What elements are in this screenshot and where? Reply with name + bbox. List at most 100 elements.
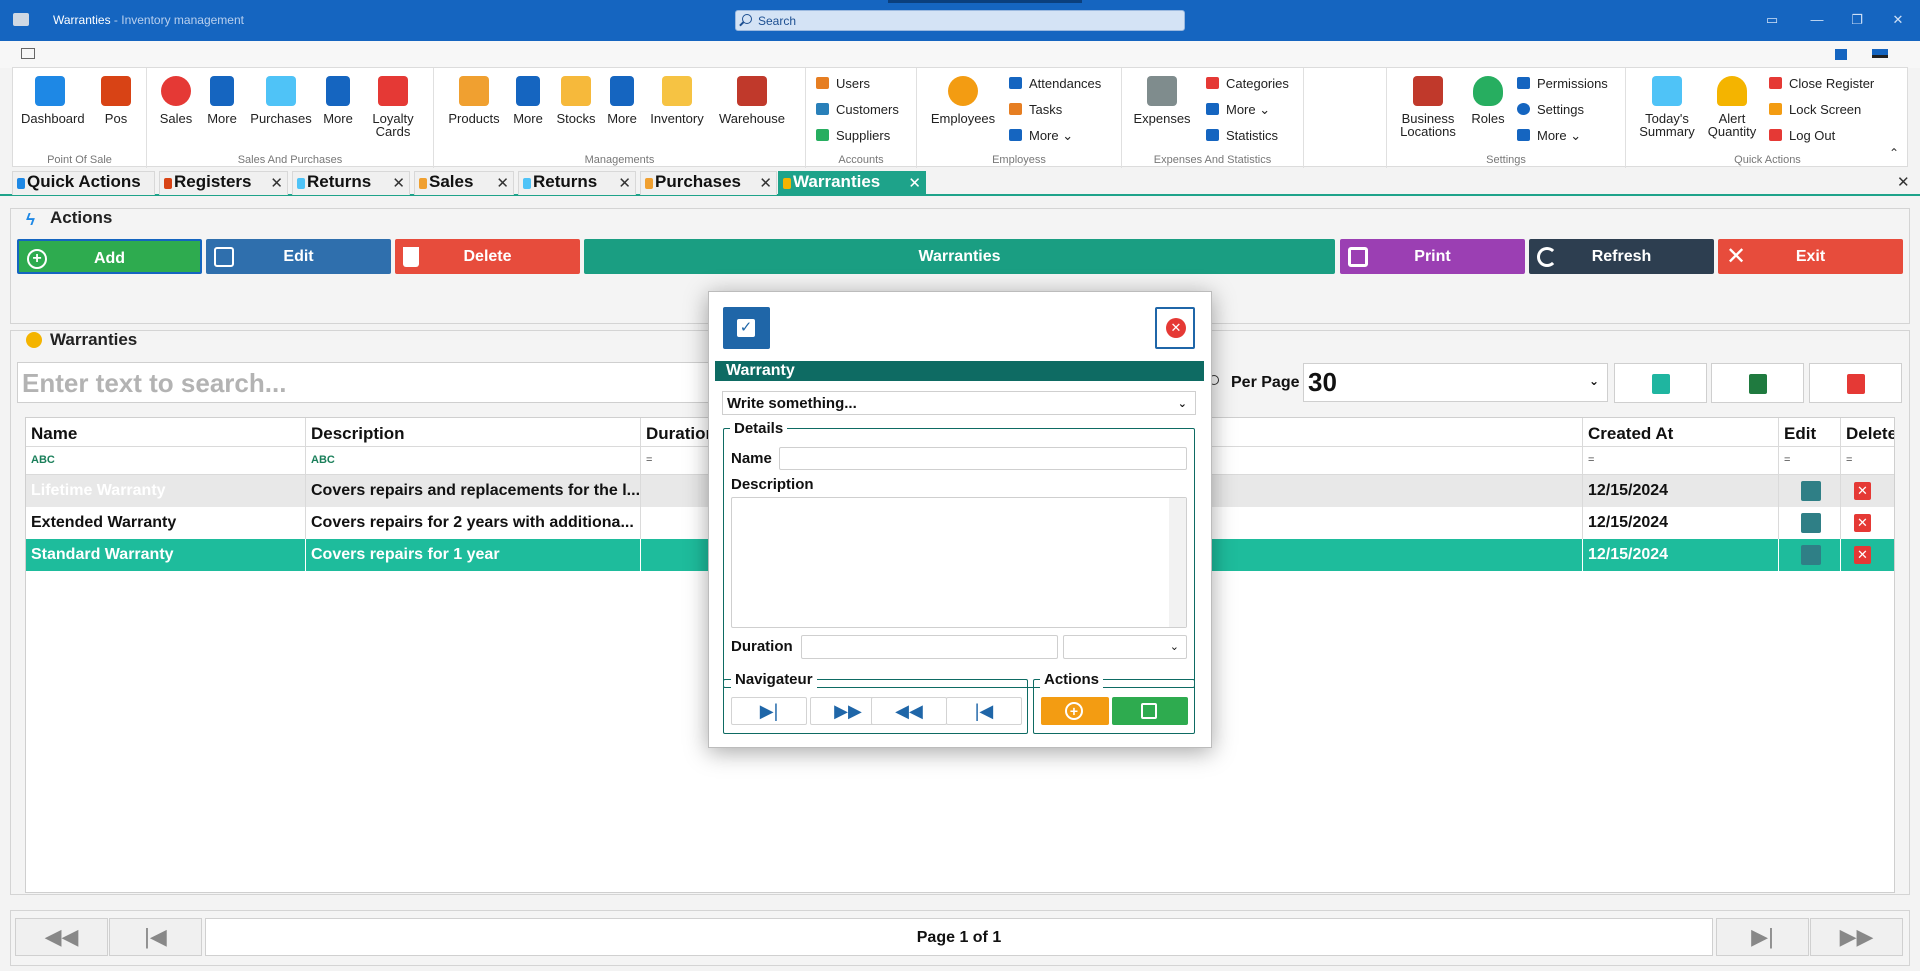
log-out-button[interactable]: Log Out: [1769, 128, 1835, 143]
categories-button[interactable]: Categories: [1206, 76, 1289, 91]
export-pdf-button[interactable]: [1809, 363, 1902, 403]
column-header-name[interactable]: Name: [26, 418, 306, 447]
column-header-created-at[interactable]: Created At: [1583, 418, 1779, 447]
prev-page-button[interactable]: |◀: [109, 918, 202, 956]
name-input[interactable]: [779, 447, 1187, 470]
add-button[interactable]: + Add: [17, 239, 202, 274]
close-dialog-button[interactable]: ✕: [1155, 307, 1195, 349]
tasks-button[interactable]: Tasks: [1009, 102, 1062, 117]
nav-last-button[interactable]: ▶|: [731, 697, 807, 725]
products-more-button[interactable]: More: [510, 76, 546, 125]
lock-screen-button[interactable]: Lock Screen: [1769, 102, 1861, 117]
filter-delete[interactable]: =: [1841, 447, 1894, 475]
tab-warranties[interactable]: Warranties ✕: [778, 171, 926, 195]
delete-row-icon[interactable]: ✕: [1854, 546, 1871, 564]
alert-quantity-button[interactable]: Alert Quantity: [1704, 76, 1760, 138]
confirm-button[interactable]: ✓: [723, 307, 770, 349]
filter-edit[interactable]: =: [1779, 447, 1841, 475]
expenses-button[interactable]: Expenses: [1130, 76, 1194, 125]
nav-first-button[interactable]: |◀: [946, 697, 1022, 725]
stocks-more-button[interactable]: More: [604, 76, 640, 125]
purchases-button[interactable]: Purchases: [245, 76, 317, 125]
close-tab-icon[interactable]: ✕: [618, 174, 631, 192]
filter-created-at[interactable]: =: [1583, 447, 1779, 475]
duration-unit-select[interactable]: ⌄: [1063, 635, 1187, 659]
delete-row-icon[interactable]: ✕: [1854, 514, 1871, 532]
print-button[interactable]: Print: [1340, 239, 1525, 274]
refresh-button[interactable]: Refresh: [1529, 239, 1714, 274]
close-all-tabs-icon[interactable]: ✕: [1897, 173, 1910, 191]
users-button[interactable]: Users: [816, 76, 870, 91]
exit-button[interactable]: ✕ Exit: [1718, 239, 1903, 274]
dialog-add-button[interactable]: +: [1041, 697, 1109, 725]
global-search-input[interactable]: Search: [735, 10, 1185, 31]
dialog-save-button[interactable]: [1112, 697, 1188, 725]
attendances-button[interactable]: Attendances: [1009, 76, 1101, 91]
employees-button[interactable]: Employees: [927, 76, 999, 125]
tab-returns[interactable]: Returns ✕: [292, 171, 410, 195]
warehouse-button[interactable]: Warehouse: [714, 76, 790, 125]
language-flag-icon[interactable]: [1872, 49, 1888, 58]
close-register-button[interactable]: Close Register: [1769, 76, 1874, 91]
column-header-description[interactable]: Description: [306, 418, 641, 447]
column-header-delete[interactable]: Delete: [1841, 418, 1894, 447]
edit-row-icon[interactable]: [1801, 545, 1821, 565]
employees-more-button[interactable]: More ⌄: [1009, 128, 1073, 144]
settings-button[interactable]: Settings: [1517, 102, 1584, 117]
settings-more-button[interactable]: More ⌄: [1517, 128, 1581, 144]
duration-input[interactable]: [801, 635, 1058, 659]
tab-returns-2[interactable]: Returns ✕: [518, 171, 636, 195]
close-tab-icon[interactable]: ✕: [270, 174, 283, 192]
suppliers-button[interactable]: Suppliers: [816, 128, 890, 143]
warranty-select[interactable]: Write something... ⌄: [722, 391, 1196, 415]
description-scrollbar[interactable]: [1169, 498, 1186, 627]
edit-button[interactable]: Edit: [206, 239, 391, 274]
edit-row-icon[interactable]: [1801, 513, 1821, 533]
close-tab-icon[interactable]: ✕: [759, 174, 772, 192]
collapse-ribbon-icon[interactable]: ⌃: [1889, 146, 1899, 160]
nav-prev-button[interactable]: ◀◀: [871, 697, 947, 725]
close-window-button[interactable]: ✕: [1891, 13, 1905, 27]
filter-description[interactable]: ABC: [306, 447, 641, 475]
maximize-button[interactable]: ❐: [1850, 13, 1864, 27]
dashboard-button[interactable]: Dashboard: [21, 76, 85, 125]
statistics-button[interactable]: Statistics: [1206, 128, 1278, 143]
expenses-more-button[interactable]: More ⌄: [1206, 102, 1270, 118]
layout-grid-icon[interactable]: [1835, 49, 1847, 60]
delete-button[interactable]: Delete: [395, 239, 580, 274]
products-button[interactable]: Products: [444, 76, 504, 125]
todays-summary-button[interactable]: Today's Summary: [1634, 76, 1700, 138]
restore-layout-icon[interactable]: ▭: [1765, 13, 1779, 27]
export-csv-button[interactable]: [1614, 363, 1707, 403]
close-tab-icon[interactable]: ✕: [496, 174, 509, 192]
tab-sales[interactable]: Sales ✕: [414, 171, 514, 195]
business-locations-button[interactable]: Business Locations: [1395, 76, 1461, 138]
menu-icon[interactable]: [21, 48, 35, 59]
first-page-button[interactable]: ◀◀: [15, 918, 108, 956]
export-excel-button[interactable]: [1711, 363, 1804, 403]
column-header-edit[interactable]: Edit: [1779, 418, 1841, 447]
tab-purchases[interactable]: Purchases ✕: [640, 171, 777, 195]
last-page-button[interactable]: ▶▶: [1810, 918, 1903, 956]
close-tab-icon[interactable]: ✕: [392, 174, 405, 192]
tab-registers[interactable]: Registers ✕: [159, 171, 288, 195]
sales-button[interactable]: Sales: [157, 76, 195, 125]
edit-row-icon[interactable]: [1801, 481, 1821, 501]
inventory-button[interactable]: Inventory: [646, 76, 708, 125]
minimize-button[interactable]: —: [1810, 13, 1824, 27]
filter-name[interactable]: ABC: [26, 447, 306, 475]
sales-more-button[interactable]: More: [204, 76, 240, 125]
next-page-button[interactable]: ▶|: [1716, 918, 1809, 956]
customers-button[interactable]: Customers: [816, 102, 899, 117]
purchases-more-button[interactable]: More: [320, 76, 356, 125]
roles-button[interactable]: Roles: [1467, 76, 1509, 125]
stocks-button[interactable]: Stocks: [552, 76, 600, 125]
close-tab-icon[interactable]: ✕: [908, 174, 921, 192]
loyalty-cards-button[interactable]: Loyalty Cards: [365, 76, 421, 138]
description-textarea[interactable]: [731, 497, 1187, 628]
warranties-button[interactable]: Warranties: [584, 239, 1335, 274]
pos-button[interactable]: Pos: [99, 76, 133, 125]
delete-row-icon[interactable]: ✕: [1854, 482, 1871, 500]
tab-quick-actions[interactable]: Quick Actions: [12, 171, 155, 195]
per-page-select[interactable]: 30 ⌄: [1303, 363, 1608, 402]
